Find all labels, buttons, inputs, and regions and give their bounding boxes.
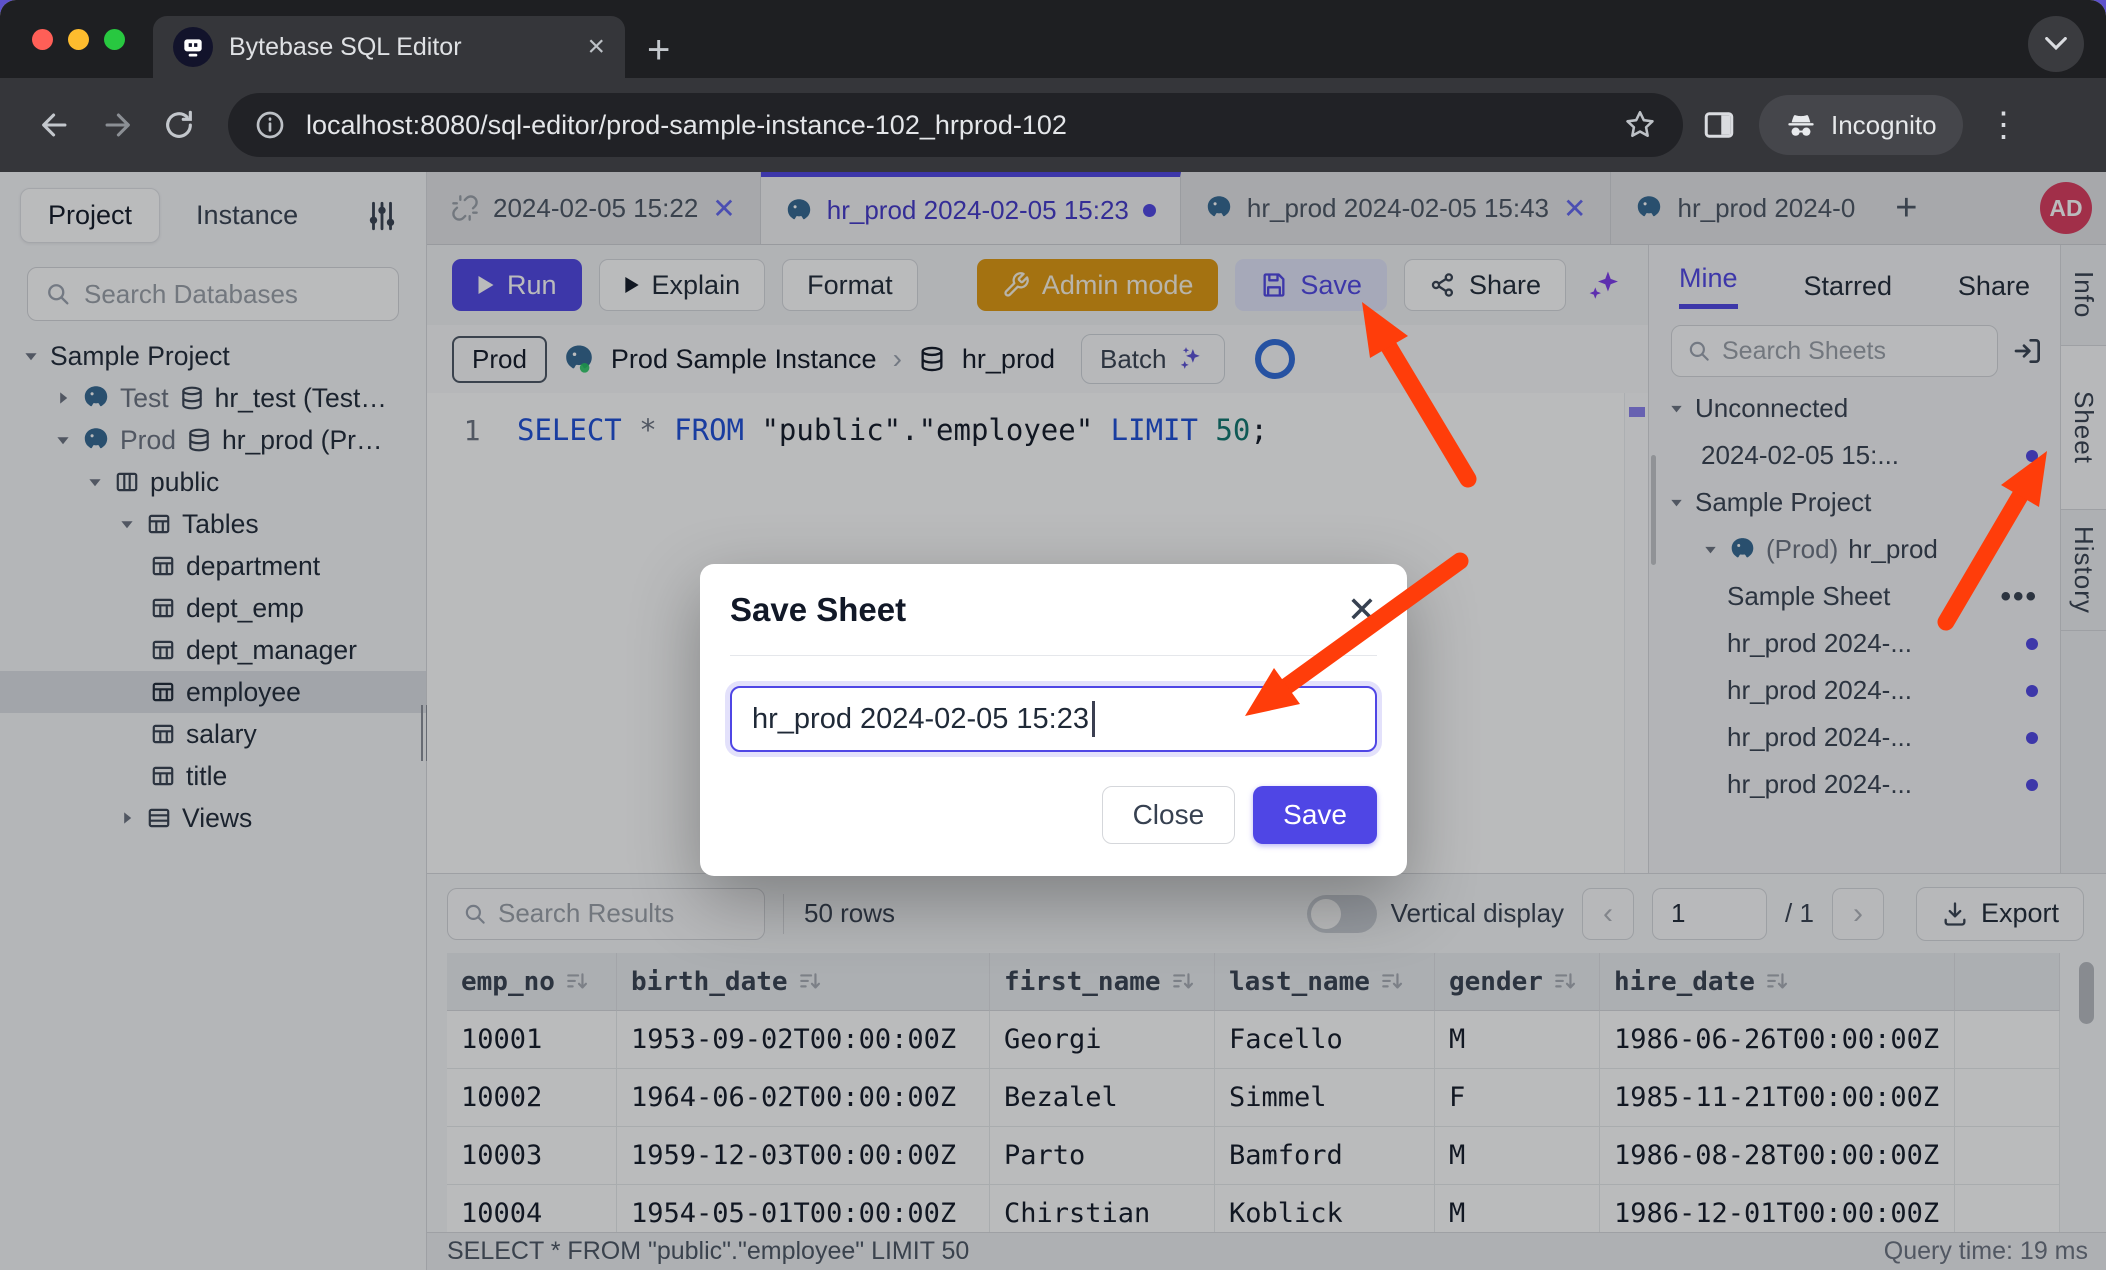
browser-tab-title: Bytebase SQL Editor [229, 33, 571, 62]
maximize-window-button[interactable] [104, 29, 125, 50]
sheet-name-value: hr_prod 2024-02-05 15:23 [752, 703, 1089, 736]
save-sheet-dialog: Save Sheet ✕ hr_prod 2024-02-05 15:23 Cl… [700, 564, 1407, 876]
desktop: Bytebase SQL Editor × + lo [0, 0, 2106, 1270]
forward-icon[interactable] [100, 108, 134, 142]
incognito-label: Incognito [1831, 110, 1937, 141]
close-window-button[interactable] [32, 29, 53, 50]
address-bar[interactable]: localhost:8080/sql-editor/prod-sample-in… [228, 93, 1683, 157]
text-caret [1092, 701, 1095, 737]
side-panel-icon[interactable] [1701, 107, 1737, 143]
window-controls [0, 0, 153, 78]
incognito-badge: Incognito [1759, 95, 1963, 155]
sql-editor-app: Project Instance Search Databases Sample… [0, 172, 2106, 1270]
incognito-icon [1785, 109, 1817, 141]
save-confirm-button[interactable]: Save [1253, 786, 1377, 844]
browser-menu-icon[interactable]: ⋮ [1987, 105, 2021, 145]
new-tab-button[interactable]: + [647, 30, 670, 70]
back-icon[interactable] [38, 108, 72, 142]
search-tabs-button[interactable] [2028, 16, 2084, 72]
close-icon[interactable]: ✕ [1347, 592, 1377, 628]
browser-tab-strip: Bytebase SQL Editor × + [0, 0, 2106, 78]
dialog-title: Save Sheet [730, 591, 906, 629]
site-info-icon[interactable] [254, 109, 286, 141]
browser-tab[interactable]: Bytebase SQL Editor × [153, 16, 625, 78]
browser-toolbar: localhost:8080/sql-editor/prod-sample-in… [0, 78, 2106, 172]
sheet-name-input[interactable]: hr_prod 2024-02-05 15:23 [730, 686, 1377, 752]
browser-window: Bytebase SQL Editor × + lo [0, 0, 2106, 1270]
url-text: localhost:8080/sql-editor/prod-sample-in… [306, 110, 1603, 141]
browser-chrome: Bytebase SQL Editor × + lo [0, 0, 2106, 172]
reload-icon[interactable] [162, 108, 196, 142]
minimize-window-button[interactable] [68, 29, 89, 50]
close-button[interactable]: Close [1102, 786, 1236, 844]
close-tab-icon[interactable]: × [587, 32, 605, 62]
bookmark-star-icon[interactable] [1623, 108, 1657, 142]
bytebase-favicon-icon [173, 27, 213, 67]
